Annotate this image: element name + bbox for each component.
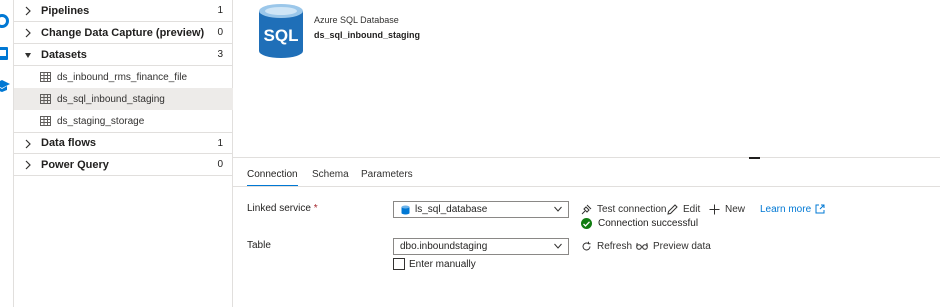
tree-group-count: 3 [217, 49, 223, 60]
dataset-item-label: ds_staging_storage [57, 115, 145, 127]
preview-data-button[interactable]: Preview data [636, 238, 711, 254]
tree-group-cdc[interactable]: Change Data Capture (preview) 0 [14, 22, 233, 44]
linked-service-label-text: Linked service [247, 203, 311, 214]
edit-label: Edit [683, 203, 701, 215]
table-icon [40, 116, 51, 126]
refresh-button[interactable]: Refresh [581, 238, 632, 254]
pencil-icon [667, 203, 678, 215]
linked-service-value: ls_sql_database [415, 204, 488, 215]
enter-manually-option[interactable]: Enter manually [393, 258, 476, 270]
tab-schema[interactable]: Schema [312, 169, 349, 187]
tree-group-datasets[interactable]: Datasets 3 [14, 44, 233, 66]
tab-connection[interactable]: Connection [247, 169, 298, 187]
dataset-name: ds_sql_inbound_staging [314, 30, 421, 40]
plus-icon [709, 204, 720, 214]
dataset-item-selected[interactable]: ds_sql_inbound_staging [14, 88, 233, 110]
tree-group-count: 0 [217, 27, 223, 38]
glasses-icon [636, 242, 648, 250]
chevron-down-icon[interactable] [554, 206, 562, 212]
tree-group-count: 0 [217, 159, 223, 170]
preview-data-label: Preview data [653, 240, 711, 252]
graduation-cap-icon[interactable] [0, 78, 10, 94]
table-label: Table [247, 240, 271, 251]
new-button[interactable]: New [709, 201, 745, 217]
tree-group-label: Data flows [41, 137, 97, 149]
tree-group-label: Pipelines [41, 4, 90, 17]
tab-parameters[interactable]: Parameters [361, 169, 413, 187]
help-icon[interactable] [0, 13, 10, 29]
connection-status-text: Connection successful [598, 218, 699, 229]
factory-resources-tree: Pipelines 1 Change Data Capture (preview… [14, 0, 233, 307]
new-label: New [725, 203, 746, 215]
left-icon-rail [0, 0, 14, 307]
check-circle-icon [581, 218, 592, 229]
splitter-grip[interactable] [749, 157, 760, 159]
tab-divider [233, 186, 940, 187]
learn-more-label: Learn more [760, 203, 812, 215]
required-asterisk: * [313, 203, 318, 214]
refresh-icon [582, 241, 591, 250]
database-icon [401, 205, 410, 214]
sql-logo-text: SQL [264, 26, 299, 45]
edit-button[interactable]: Edit [667, 201, 700, 217]
table-value: dbo.inboundstaging [400, 241, 488, 252]
chevron-right-icon[interactable] [24, 28, 32, 38]
tree-group-dataflows[interactable]: Data flows 1 [14, 132, 233, 154]
chevron-right-icon[interactable] [24, 139, 32, 149]
test-connection-button[interactable]: Test connection [581, 201, 667, 217]
chevron-down-icon[interactable] [24, 50, 32, 60]
chevron-down-icon[interactable] [554, 243, 562, 249]
tool-icon[interactable] [0, 45, 10, 61]
tree-group-power-query[interactable]: Power Query 0 [14, 154, 233, 176]
learn-more-link[interactable]: Learn more [760, 201, 825, 217]
dataset-item-label: ds_inbound_rms_finance_file [57, 71, 188, 83]
linked-service-label: Linked service * [247, 203, 318, 214]
enter-manually-label: Enter manually [409, 258, 476, 270]
dataset-item[interactable]: ds_staging_storage [14, 110, 233, 132]
table-icon [40, 94, 51, 104]
refresh-label: Refresh [597, 240, 633, 252]
azure-sql-database-icon: SQL [259, 4, 303, 58]
linked-service-select[interactable]: ls_sql_database [393, 201, 569, 218]
tree-group-label: Change Data Capture (preview) [41, 26, 205, 39]
dataset-type: Azure SQL Database [314, 15, 399, 25]
tree-group-count: 1 [217, 137, 223, 149]
tree-group-pipelines[interactable]: Pipelines 1 [14, 0, 233, 22]
chevron-right-icon[interactable] [24, 6, 32, 16]
test-connection-label: Test connection [597, 203, 667, 215]
connection-status: Connection successful [581, 218, 698, 229]
table-select[interactable]: dbo.inboundstaging [393, 238, 569, 255]
tree-group-count: 1 [217, 5, 223, 16]
dataset-item-label: ds_sql_inbound_staging [57, 93, 165, 105]
dataset-item[interactable]: ds_inbound_rms_finance_file [14, 66, 233, 88]
external-link-icon [815, 204, 825, 214]
table-icon [40, 72, 51, 82]
tree-group-label: Datasets [41, 48, 87, 61]
chevron-right-icon[interactable] [24, 160, 32, 170]
plug-icon [581, 204, 592, 214]
tree-group-label: Power Query [41, 158, 109, 171]
panel-splitter[interactable] [233, 157, 940, 158]
enter-manually-checkbox[interactable] [393, 258, 405, 270]
